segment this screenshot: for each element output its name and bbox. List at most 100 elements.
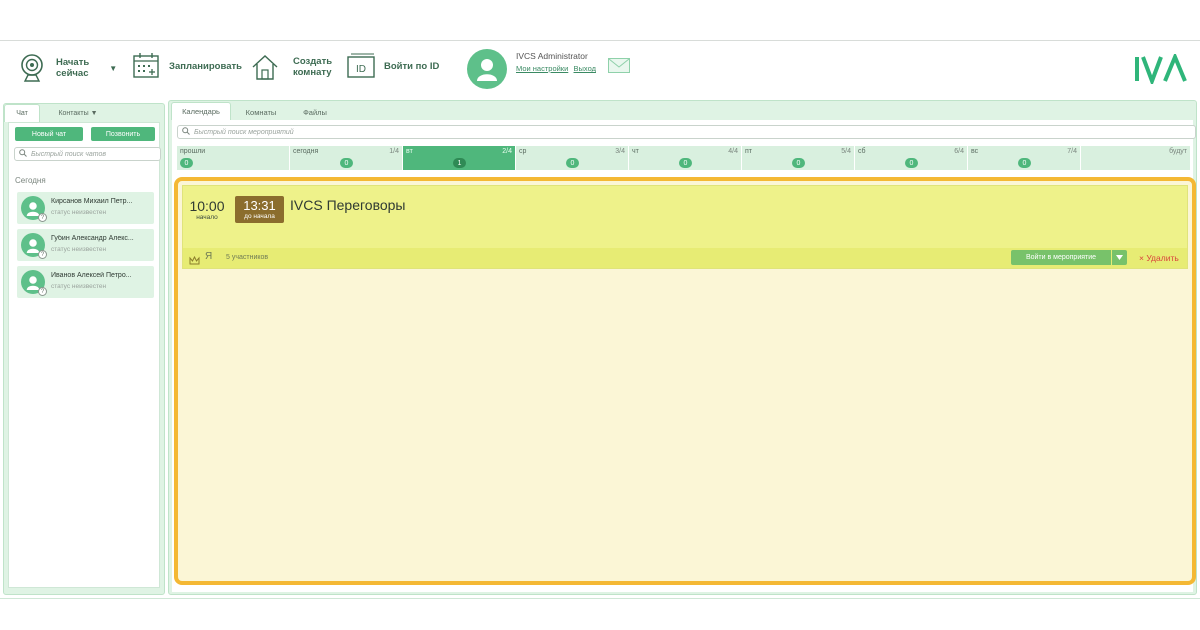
create-room-button[interactable]: Создать комнату	[251, 53, 332, 81]
user-icon	[26, 201, 40, 216]
tab-files[interactable]: Файлы	[291, 104, 339, 120]
countdown-label: до начала	[244, 213, 275, 220]
user-icon	[477, 59, 497, 81]
contact-status: статус неизвестен	[51, 246, 107, 253]
schedule-label: Запланировать	[169, 60, 242, 72]
contact-status: статус неизвестен	[51, 283, 107, 290]
day-sun[interactable]: вс 7/4 0	[968, 146, 1081, 170]
day-count: 5/4	[841, 148, 851, 155]
unknown-status-icon: ?	[38, 213, 47, 222]
tab-rooms[interactable]: Комнаты	[232, 104, 290, 120]
new-chat-button[interactable]: Новый чат	[15, 127, 83, 141]
start-now-line2: сейчас	[56, 68, 89, 79]
user-info: IVCS Administrator Мои настройки Выход	[516, 51, 599, 73]
list-item[interactable]: ? Губин Александр Алекс... статус неизве…	[17, 229, 154, 261]
search-icon	[19, 149, 27, 159]
day-past[interactable]: прошли 0	[177, 146, 290, 170]
tab-calendar[interactable]: Календарь	[171, 102, 231, 120]
list-item[interactable]: ? Кирсанов Михаил Петр... статус неизвес…	[17, 192, 154, 224]
day-count: будут	[1169, 148, 1187, 155]
countdown-badge: 13:31 до начала	[235, 196, 284, 223]
start-now-button[interactable]: Начать сейчас ▼	[18, 53, 117, 83]
event-title[interactable]: IVCS Переговоры	[290, 197, 406, 213]
start-now-line1: Начать	[56, 57, 90, 68]
iva-logo	[1133, 51, 1189, 89]
bottom-divider	[0, 598, 1200, 599]
contact-status: статус неизвестен	[51, 209, 107, 216]
user-icon	[26, 238, 40, 253]
event-count-badge: 0	[905, 158, 918, 168]
unknown-status-icon: ?	[38, 287, 47, 296]
day-sat[interactable]: сб 6/4 0	[855, 146, 968, 170]
day-name: вт	[406, 148, 413, 155]
event-count-badge: 0	[792, 158, 805, 168]
left-tabs: Чат Контакты ▼	[4, 104, 164, 122]
join-by-id-button[interactable]: ID Войти по ID	[347, 53, 439, 79]
day-today[interactable]: сегодня 1/4 0	[290, 146, 403, 170]
list-item[interactable]: ? Иванов Алексей Петро... статус неизвес…	[17, 266, 154, 298]
chevron-down-icon[interactable]: ▼	[109, 64, 117, 73]
chat-search-placeholder: Быстрый поиск чатов	[31, 150, 107, 158]
day-name: чт	[632, 148, 639, 155]
chat-panel: Чат Контакты ▼ Новый чат Позвонить Быстр…	[3, 103, 165, 595]
day-count: 4/4	[728, 148, 738, 155]
schedule-button[interactable]: Запланировать	[133, 53, 242, 79]
event-search-placeholder: Быстрый поиск мероприятий	[194, 128, 294, 136]
user-block: IVCS Administrator Мои настройки Выход	[467, 49, 599, 89]
tab-chat[interactable]: Чат	[4, 104, 40, 122]
contact-name: Иванов Алексей Петро...	[51, 272, 132, 279]
start-now-label: Начать сейчас	[56, 57, 89, 79]
avatar[interactable]	[467, 49, 507, 89]
day-tue[interactable]: вт 2/4 1	[403, 146, 516, 170]
event-count-badge: 1	[453, 158, 466, 168]
join-event-button[interactable]: Войти в мероприятие	[1011, 250, 1111, 265]
day-name: сегодня	[293, 148, 319, 155]
day-name: пт	[745, 148, 752, 155]
contact-name: Губин Александр Алекс...	[51, 235, 134, 242]
event-count-badge: 0	[340, 158, 353, 168]
contact-name: Кирсанов Михаил Петр...	[51, 198, 133, 205]
day-wed[interactable]: ср 3/4 0	[516, 146, 629, 170]
iva-logo-icon	[1135, 51, 1187, 87]
join-options-chevron-down-icon[interactable]	[1112, 250, 1127, 265]
event-search-input[interactable]: Быстрый поиск мероприятий	[177, 125, 1196, 139]
event-count-badge: 0	[566, 158, 579, 168]
day-fri[interactable]: пт 5/4 0	[742, 146, 855, 170]
day-count: 7/4	[1067, 148, 1077, 155]
create-room-line1: Создать	[293, 56, 333, 67]
event-count-badge: 0	[180, 158, 193, 168]
event-footer: Я 5 участников Войти в мероприятие × Уда…	[183, 248, 1187, 268]
id-icon-text: ID	[356, 63, 366, 75]
day-name: вс	[971, 148, 979, 155]
delete-event-link[interactable]: × Удалить	[1139, 253, 1179, 263]
day-count: 2/4	[502, 148, 512, 155]
day-count: 1/4	[389, 148, 399, 155]
unknown-status-icon: ?	[38, 250, 47, 259]
participants-count[interactable]: 5 участников	[226, 254, 268, 261]
my-settings-link[interactable]: Мои настройки	[516, 64, 568, 73]
event-list-highlight: 10:00 начало 13:31 до начала IVCS Перего…	[174, 177, 1196, 585]
tab-contacts[interactable]: Контакты ▼	[42, 104, 114, 122]
countdown-time: 13:31	[243, 198, 276, 213]
create-room-line2: комнату	[293, 67, 332, 78]
day-count: 6/4	[954, 148, 964, 155]
create-room-label: Создать комнату	[293, 56, 332, 78]
day-future[interactable]: будут	[1081, 146, 1190, 170]
mail-icon[interactable]	[608, 58, 630, 78]
calendar-icon	[133, 53, 159, 79]
id-card-icon: ID	[347, 53, 375, 79]
event-start: 10:00 начало	[186, 198, 228, 221]
day-thu[interactable]: чт 4/4 0	[629, 146, 742, 170]
day-name: ср	[519, 148, 527, 155]
toolbar: Начать сейчас ▼ Запланировать Создать комн…	[0, 41, 1200, 101]
search-icon	[182, 127, 190, 137]
event-card[interactable]: 10:00 начало 13:31 до начала IVCS Перего…	[182, 185, 1188, 269]
day-count: 3/4	[615, 148, 625, 155]
chat-search-input[interactable]: Быстрый поиск чатов	[14, 147, 161, 161]
section-today: Сегодня	[15, 176, 46, 185]
app-window: Начать сейчас ▼ Запланировать Создать комн…	[0, 0, 1200, 630]
start-time: 10:00	[189, 198, 225, 214]
logout-link[interactable]: Выход	[574, 64, 596, 73]
call-button[interactable]: Позвонить	[91, 127, 155, 141]
organizer: Я	[205, 251, 213, 262]
